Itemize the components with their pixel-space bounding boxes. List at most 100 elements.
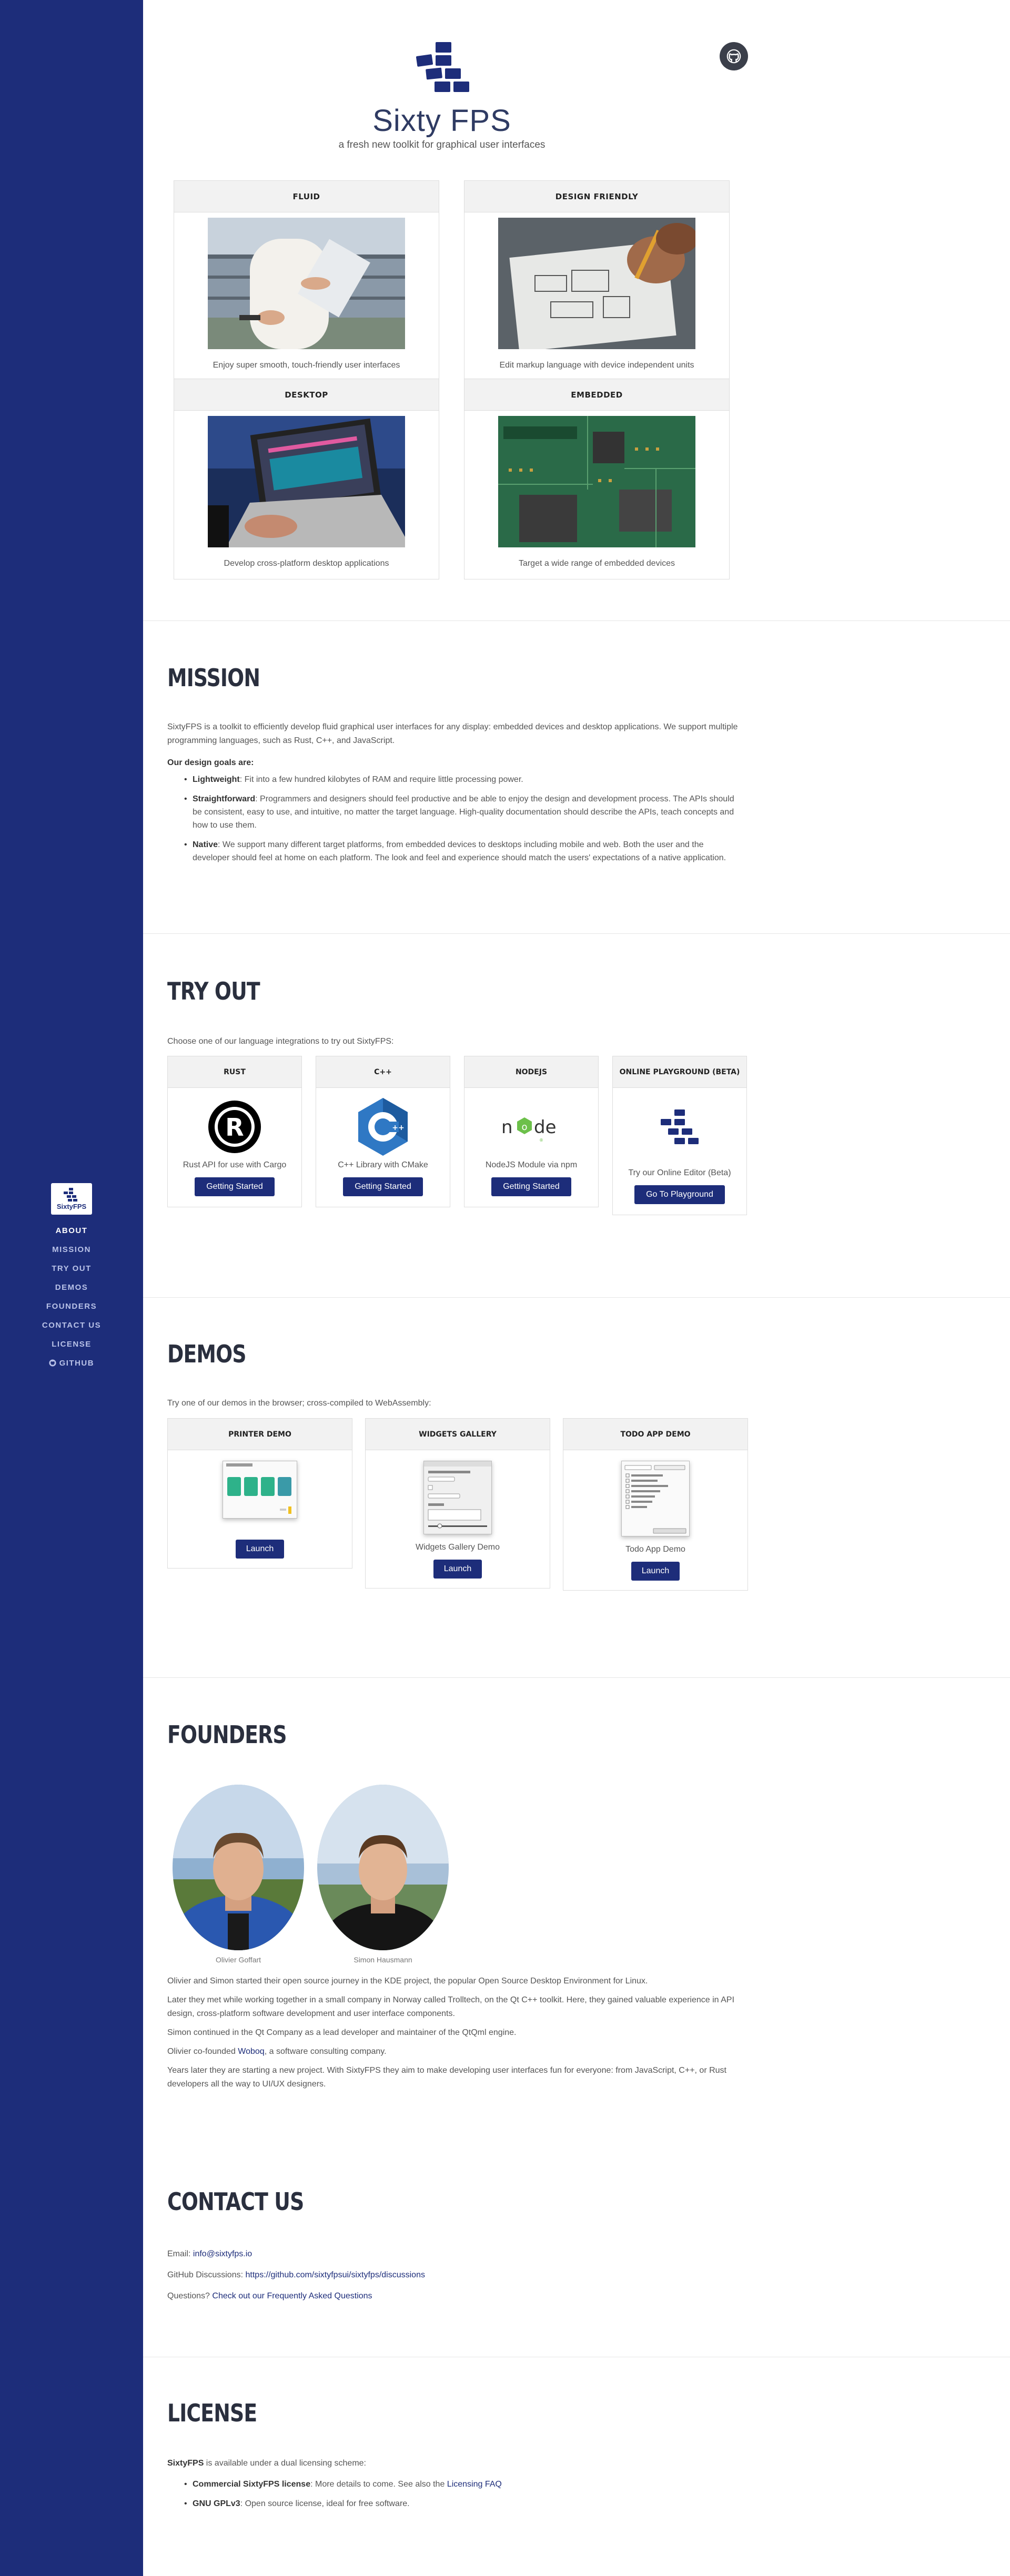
license-list: Commercial SixtyFPS license: More detail… <box>184 2478 742 2517</box>
site-tagline: a fresh new toolkit for graphical user i… <box>338 139 546 150</box>
contact-github-line: GitHub Discussions: https://github.com/s… <box>167 2270 425 2280</box>
widgets-gallery-launch-button[interactable]: Launch <box>433 1560 482 1579</box>
sidebar: SixtyFPS About Mission Try Out Demos Fou… <box>0 0 143 2576</box>
github-icon <box>726 49 741 64</box>
licensing-faq-link[interactable]: Licensing FAQ <box>447 2480 502 2489</box>
nav-contact-us[interactable]: Contact Us <box>0 1321 143 1330</box>
goal-text: : We support many different target platf… <box>193 840 726 862</box>
tryout-card-caption: Try our Online Editor (Beta) <box>628 1168 731 1177</box>
feature-title: EMBEDDED <box>464 379 729 411</box>
goal-name: Native <box>193 840 218 849</box>
tryout-card-playground: ONLINE PLAYGROUND (BETA) Try our Online … <box>612 1056 747 1215</box>
go-to-playground-button[interactable]: Go To Playground <box>634 1185 725 1204</box>
faq-link[interactable]: Check out our Frequently Asked Questions <box>212 2292 372 2300</box>
github-corner-button[interactable] <box>720 42 748 70</box>
license-name: Commercial SixtyFPS license <box>193 2480 311 2489</box>
contact-label: Email: <box>167 2249 193 2258</box>
woboq-link[interactable]: Woboq <box>238 2047 264 2056</box>
nav-github[interactable]: GitHub <box>0 1359 143 1368</box>
section-divider <box>143 620 1010 621</box>
contact-email-line: Email: info@sixtyfps.io <box>167 2249 252 2259</box>
laptop-photo <box>208 416 405 547</box>
feature-card-embedded: EMBEDDED Target a wide range of embedded… <box>464 379 730 579</box>
design-goals-heading-text: Our design goals are: <box>167 758 254 767</box>
design-goals-heading: Our design goals are: <box>167 756 741 770</box>
goal-item: Straightforward: Programmers and designe… <box>184 792 742 832</box>
founder-card: Simon Hausmann <box>317 1785 449 1964</box>
tryout-card-caption: NodeJS Module via npm <box>485 1160 578 1169</box>
license-text: : More details to come. See also the <box>310 2480 447 2489</box>
founder-name: Simon Hausmann <box>354 1956 412 1964</box>
svg-text:n: n <box>501 1117 513 1138</box>
nav-license[interactable]: License <box>0 1340 143 1349</box>
demo-card-title: TODO APP DEMO <box>563 1419 748 1450</box>
tryout-card-title: C++ <box>316 1056 450 1088</box>
contact-label: Questions? <box>167 2292 213 2300</box>
nav-demos[interactable]: Demos <box>0 1283 143 1292</box>
svg-text:o: o <box>521 1122 527 1133</box>
nodejs-getting-started-button[interactable]: Getting Started <box>491 1177 571 1196</box>
founder-photo <box>317 1785 449 1950</box>
license-intro-text: is available under a dual licensing sche… <box>204 2459 366 2468</box>
github-discussions-link[interactable]: https://github.com/sixtyfpsui/sixtyfps/d… <box>246 2270 425 2279</box>
rust-getting-started-button[interactable]: Getting Started <box>195 1177 275 1196</box>
demos-intro: Try one of our demos in the browser; cro… <box>167 1399 431 1408</box>
svg-text:R: R <box>225 1113 244 1142</box>
sidebar-logo[interactable]: SixtyFPS <box>51 1183 92 1215</box>
goal-name: Straightforward <box>193 795 256 803</box>
sidebar-nav: SixtyFPS About Mission Try Out Demos Fou… <box>0 1183 143 1378</box>
contact-label: GitHub Discussions: <box>167 2270 246 2279</box>
demo-card-caption: Widgets Gallery Demo <box>415 1543 500 1552</box>
nodejs-logo-icon: n o de ® <box>464 1095 598 1158</box>
license-item: GNU GPLv3: Open source license, ideal fo… <box>184 2497 742 2510</box>
founder-card: Olivier Goffart <box>173 1785 304 1964</box>
goal-text: : Fit into a few hundred kilobytes of RA… <box>239 775 523 784</box>
cpp-getting-started-button[interactable]: Getting Started <box>343 1177 423 1196</box>
license-title: LICENSE <box>167 2399 257 2427</box>
tryout-card-title: NODEJS <box>464 1056 598 1088</box>
sixtyfps-logo-icon <box>64 1187 77 1202</box>
license-item: Commercial SixtyFPS license: More detail… <box>184 2478 742 2491</box>
founder-name: Olivier Goffart <box>215 1956 261 1964</box>
nav-try-out[interactable]: Try Out <box>0 1264 143 1273</box>
site-title: Sixty FPS <box>372 104 511 138</box>
design-goals-list: Lightweight: Fit into a few hundred kilo… <box>184 773 742 871</box>
founders-paragraph: Simon continued in the Qt Company as a l… <box>167 2028 517 2037</box>
tryout-card-title: ONLINE PLAYGROUND (BETA) <box>613 1056 746 1088</box>
founders-paragraph: Olivier and Simon started their open sou… <box>167 1977 648 1986</box>
tryout-card-title: RUST <box>168 1056 301 1088</box>
demos-title: DEMOS <box>167 1340 247 1368</box>
nav-founders[interactable]: Founders <box>0 1302 143 1311</box>
feature-title: FLUID <box>174 181 439 212</box>
printer-demo-screenshot <box>223 1461 297 1519</box>
feature-caption: Edit markup language with device indepen… <box>499 361 694 370</box>
demo-card-title: WIDGETS GALLERY <box>366 1419 550 1450</box>
license-name: GNU GPLv3 <box>193 2499 240 2508</box>
contact-faq-line: Questions? Check out our Frequently Aske… <box>167 2292 372 2301</box>
contact-title: CONTACT US <box>167 2187 304 2216</box>
feature-caption: Enjoy super smooth, touch-friendly user … <box>213 361 400 370</box>
founder-photo <box>173 1785 304 1950</box>
cpp-logo-icon: ++ <box>316 1095 450 1158</box>
tryout-card-caption: C++ Library with CMake <box>338 1160 428 1169</box>
widgets-gallery-screenshot <box>423 1461 492 1534</box>
svg-text:++: ++ <box>392 1124 404 1132</box>
email-link[interactable]: info@sixtyfps.io <box>193 2249 252 2258</box>
page-header: Sixty FPS a fresh new toolkit for graphi… <box>295 39 589 151</box>
license-intro: SixtyFPS is available under a dual licen… <box>167 2457 741 2470</box>
demo-card-todo: TODO APP DEMO Todo App Demo Launch <box>563 1418 748 1591</box>
goal-item: Lightweight: Fit into a few hundred kilo… <box>184 773 742 786</box>
nav-github-label: GitHub <box>59 1359 95 1368</box>
feature-caption: Target a wide range of embedded devices <box>518 559 675 568</box>
founders-text: , a software consulting company. <box>264 2047 387 2056</box>
printer-demo-launch-button[interactable]: Launch <box>235 1540 285 1559</box>
feature-card-desktop: DESKTOP Develop cross-platform desktop a… <box>174 379 439 579</box>
sixtyfps-logo-icon <box>613 1095 746 1166</box>
mission-title: MISSION <box>167 664 260 692</box>
nav-mission[interactable]: Mission <box>0 1245 143 1254</box>
feature-caption: Develop cross-platform desktop applicati… <box>224 559 389 568</box>
demo-card-widgets-gallery: WIDGETS GALLERY Widgets Gallery Demo Lau… <box>365 1418 550 1589</box>
todo-demo-launch-button[interactable]: Launch <box>631 1562 680 1581</box>
tryout-intro: Choose one of our language integrations … <box>167 1037 394 1046</box>
nav-about[interactable]: About <box>0 1226 143 1235</box>
